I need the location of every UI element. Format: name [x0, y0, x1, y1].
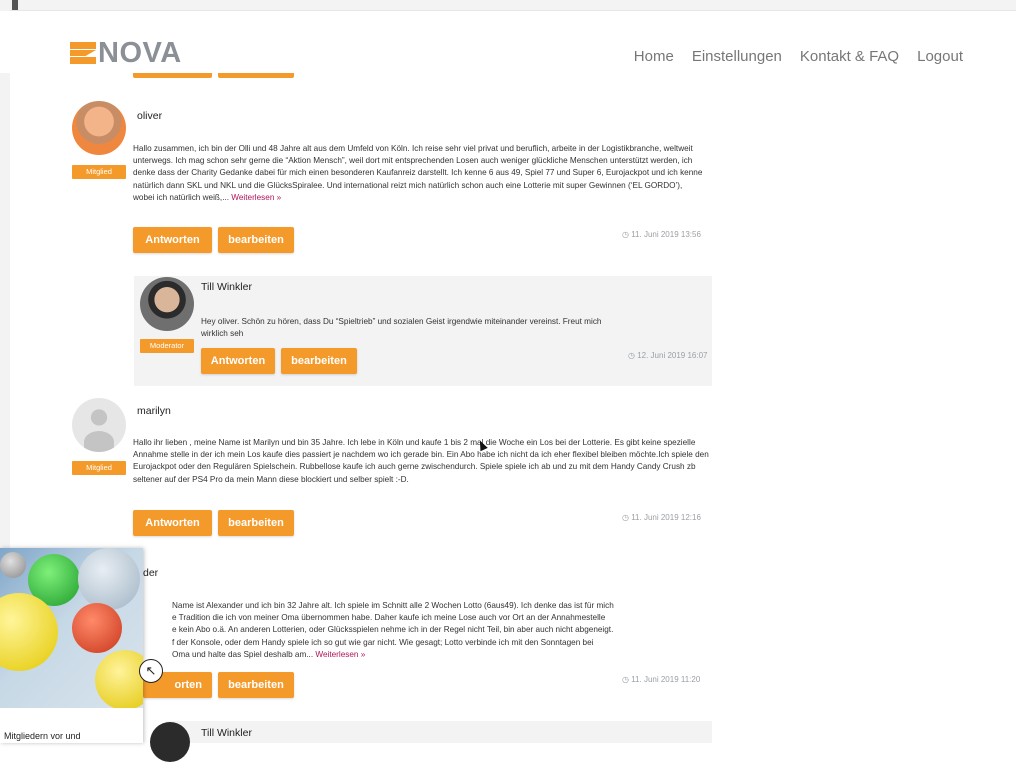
reply-button[interactable]: Antworten	[133, 227, 212, 253]
nav-logout[interactable]: Logout	[917, 48, 963, 65]
site-logo[interactable]: NOVA	[70, 37, 182, 69]
role-badge: Mitglied	[72, 165, 126, 179]
left-edge-bar	[0, 10, 10, 550]
role-badge: Mitglied	[72, 461, 126, 475]
edit-button[interactable]: bearbeiten	[218, 510, 294, 536]
nav-home[interactable]: Home	[634, 48, 674, 65]
comment-text: Hallo ihr lieben , meine Name ist Marily…	[133, 438, 709, 484]
reply-button[interactable]: Antworten	[201, 348, 275, 374]
edit-button[interactable]: bearbeiten	[218, 672, 294, 698]
comment-author: oliver	[137, 110, 163, 122]
lottery-popup[interactable]: Mitgliedern vor und	[0, 548, 143, 743]
read-more-link[interactable]: Weiterlesen »	[315, 650, 365, 659]
role-badge: Moderator	[140, 339, 194, 353]
close-icon[interactable]: ↖	[139, 659, 163, 683]
avatar	[140, 277, 194, 331]
comment-text: Hallo zusammen, ich bin der Olli und 48 …	[133, 144, 703, 202]
comment-date: ◷ 11. Juni 2019 13:56	[622, 230, 701, 239]
comment-date: ◷ 11. Juni 2019 12:16	[622, 513, 701, 522]
comment-date: ◷ 11. Juni 2019 11:20	[622, 675, 701, 684]
logo-text: NOVA	[98, 37, 182, 69]
comment-date: ◷ 12. Juni 2019 16:07	[628, 351, 708, 360]
comment-author: Till Winkler	[201, 727, 252, 739]
comment-author: der	[143, 567, 159, 579]
nav-settings[interactable]: Einstellungen	[692, 48, 782, 65]
comment-author: marilyn	[137, 405, 171, 417]
scroll-mark	[12, 0, 18, 10]
browser-top-strip	[0, 0, 1016, 11]
reply-button[interactable]: Antworten	[133, 510, 212, 536]
avatar	[72, 101, 126, 155]
avatar	[72, 398, 126, 452]
edit-button[interactable]: bearbeiten	[281, 348, 357, 374]
main-nav: Home Einstellungen Kontakt & FAQ Logout	[634, 48, 963, 65]
popup-text: Mitgliedern vor und	[4, 731, 81, 741]
lottery-balls-image	[0, 548, 143, 708]
nav-contact-faq[interactable]: Kontakt & FAQ	[800, 48, 899, 65]
site-header: NOVA Home Einstellungen Kontakt & FAQ Lo…	[0, 11, 1016, 73]
edit-button[interactable]: bearbeiten	[218, 227, 294, 253]
comment-author: Till Winkler	[201, 281, 252, 293]
logo-mark-icon	[70, 42, 96, 64]
comment-text: Name ist Alexander und ich bin 32 Jahre …	[172, 601, 614, 659]
comment-text: Hey oliver. Schön zu hören, dass Du “Spi…	[201, 317, 602, 339]
avatar	[150, 722, 190, 762]
read-more-link[interactable]: Weiterlesen »	[231, 193, 281, 202]
